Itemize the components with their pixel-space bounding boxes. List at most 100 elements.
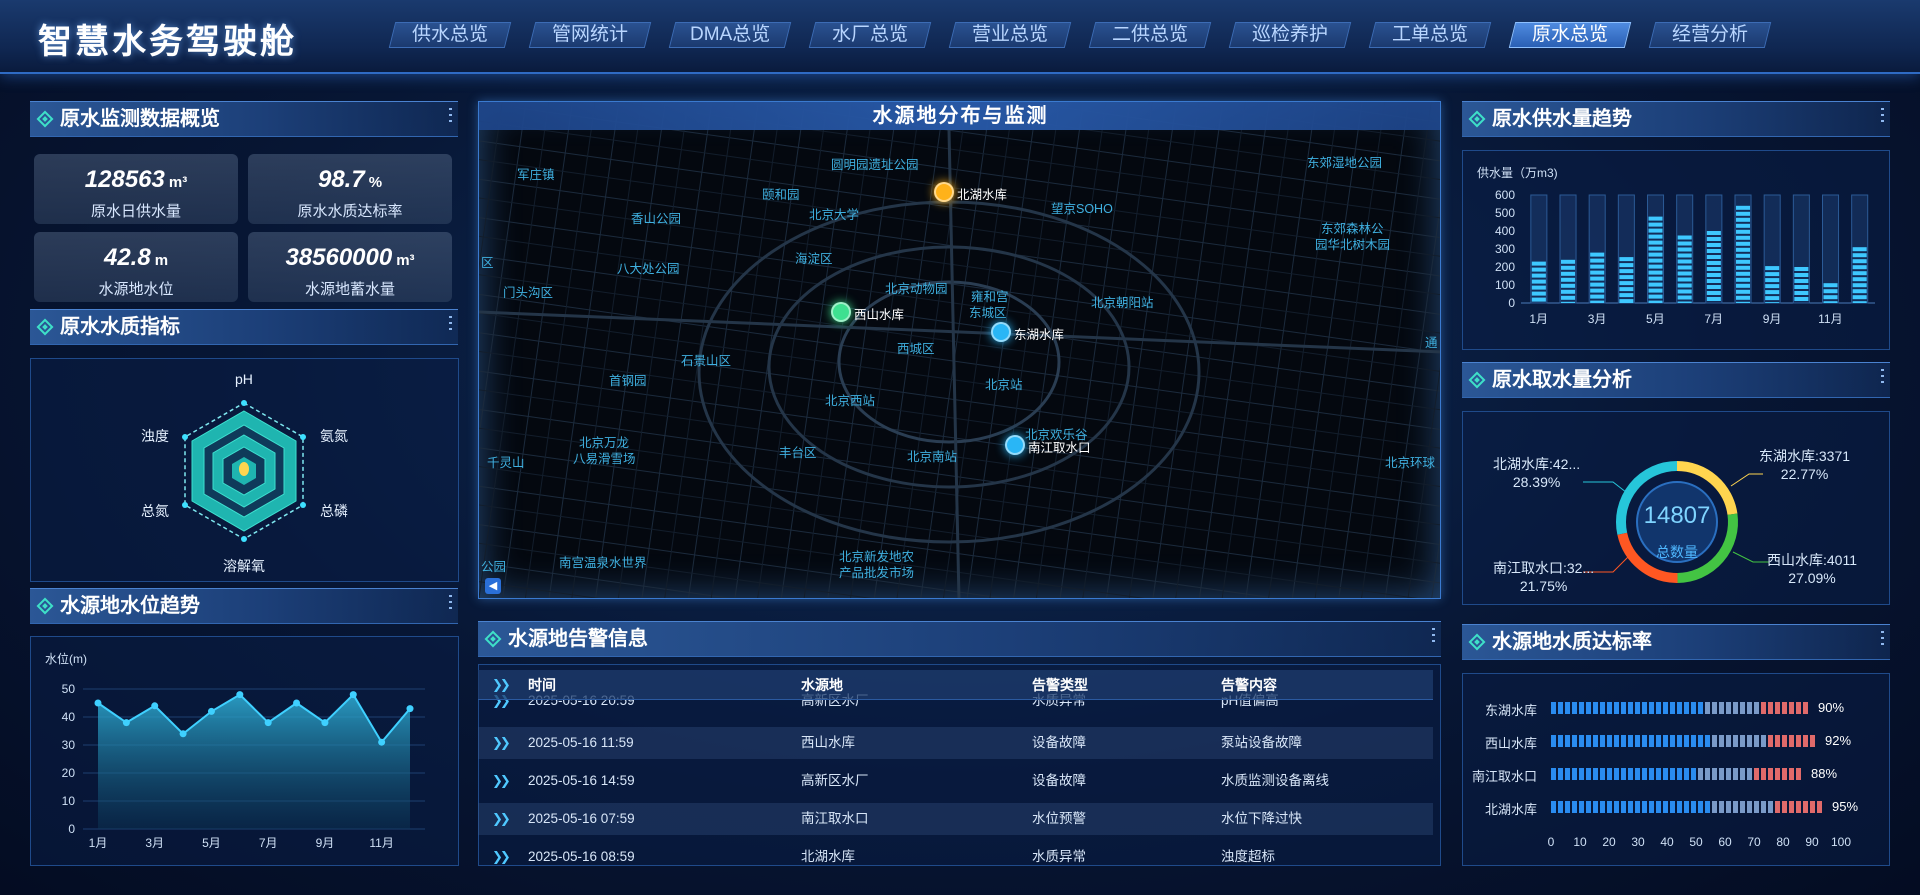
supply-bar-segment — [1648, 276, 1663, 281]
map-marker-3[interactable] — [1005, 435, 1025, 455]
chevron-double-icon: ❯❯ — [492, 773, 511, 788]
rate-bar-segment — [1747, 801, 1752, 813]
more-icon[interactable] — [449, 595, 452, 611]
bar-bg — [1617, 194, 1635, 304]
level-point — [378, 738, 386, 746]
metric-label: 原水水质达标率 — [297, 203, 403, 220]
rate-bar-segment — [1593, 801, 1598, 813]
alert-row[interactable]: ❯❯ 2025-05-16 11:59 西山水库 设备故障 泵站设备故障 — [478, 727, 1433, 759]
x-tick-label: 7月 — [1704, 312, 1723, 326]
alert-cell: 水质异常 — [1032, 849, 1086, 864]
more-icon[interactable] — [1881, 631, 1884, 647]
metric-value: 128563 — [84, 166, 165, 193]
radar-label-tp: 总磷 — [320, 503, 348, 519]
x-tick-label: 30 — [1631, 835, 1645, 849]
supply-bar-segment — [1648, 228, 1663, 233]
rate-bar-segment — [1572, 801, 1577, 813]
nav-tab-9[interactable]: 经营分析 — [1648, 22, 1772, 48]
rate-bar-segment — [1754, 768, 1759, 780]
map-marker-2[interactable] — [991, 322, 1011, 342]
map-place-label: 通 — [1425, 336, 1438, 350]
supply-bar-segment — [1823, 301, 1838, 303]
col-content: 告警内容 — [1221, 677, 1277, 693]
supply-bar-segment — [1794, 273, 1809, 277]
metric-label: 水源地水位 — [98, 281, 174, 298]
more-icon[interactable] — [1881, 108, 1884, 124]
rate-bar-segment — [1712, 735, 1717, 747]
rate-bar-segment — [1691, 735, 1696, 747]
alert-row[interactable]: ❯❯ 2025-05-16 14:59 高新区水厂 设备故障 水质监测设备离线 — [478, 765, 1433, 797]
rate-source-name: 西山水库 — [1484, 736, 1537, 751]
rate-bar-segment — [1649, 702, 1654, 714]
rate-bar-segment — [1558, 801, 1563, 813]
supply-bar-segment — [1648, 264, 1663, 269]
supply-bar-segment — [1590, 264, 1605, 269]
more-icon[interactable] — [449, 108, 452, 124]
map-logo-icon: ◀ — [485, 578, 501, 594]
alert-row[interactable]: ❯❯ 2025-05-16 07:59 南江取水口 水位预警 水位下降过快 — [478, 803, 1433, 835]
source-map[interactable]: 水源地分布与监测 军庄镇 圆明园遗址公园 东郊湿地公园 颐和园 北京大学 望京SOHO 香山… — [478, 101, 1441, 599]
nav-tab-5[interactable]: 二供总览 — [1088, 22, 1212, 48]
rate-bar-segment — [1754, 801, 1759, 813]
rate-bar-segment — [1677, 801, 1682, 813]
supply-bar-segment — [1561, 265, 1576, 270]
map-marker-0[interactable] — [934, 182, 954, 202]
more-icon[interactable] — [1881, 369, 1884, 385]
rate-bar-segment — [1733, 702, 1738, 714]
more-icon[interactable] — [1432, 628, 1435, 644]
nav-tab-2[interactable]: DMA总览 — [668, 22, 792, 48]
metric-value: 98.7 — [317, 166, 365, 193]
nav-tab-6[interactable]: 巡检养护 — [1228, 22, 1352, 48]
map-place-label: 产品批发市场 — [839, 566, 915, 580]
rate-bar-segment — [1656, 768, 1661, 780]
rate-bar-segment — [1614, 768, 1619, 780]
rate-bar-segment — [1628, 801, 1633, 813]
nav-tab-1[interactable]: 管网统计 — [528, 22, 652, 48]
supply-bar-segment — [1677, 259, 1692, 264]
rate-bar-segment — [1768, 735, 1773, 747]
map-place-label: 首钢园 — [609, 374, 647, 388]
nav-tab-3[interactable]: 水厂总览 — [808, 22, 932, 48]
rate-bar-segment — [1684, 768, 1689, 780]
supply-bar-segment — [1736, 277, 1751, 282]
map-marker-1[interactable] — [831, 302, 851, 322]
map-place-label: 门头沟区 — [503, 286, 554, 300]
metric-label: 原水日供水量 — [90, 203, 181, 220]
more-icon[interactable] — [449, 316, 452, 332]
supply-bar-segment — [1677, 247, 1692, 252]
supply-bar-segment — [1765, 272, 1780, 277]
alert-row[interactable]: ❯❯ 2025-05-16 08:59 北湖水库 水质异常 浊度超标 — [478, 841, 1433, 873]
rate-bar-segment — [1551, 735, 1556, 747]
supply-bar-segment — [1677, 241, 1692, 246]
nav-tab-4[interactable]: 营业总览 — [948, 22, 1072, 48]
rate-bar-segment — [1712, 768, 1717, 780]
x-tick-label: 3月 — [1588, 312, 1607, 326]
rate-bar-segment — [1733, 735, 1738, 747]
rate-bar-segment — [1642, 702, 1647, 714]
alerts-panel-title: 水源地告警信息 — [478, 621, 1441, 657]
nav-tab-8[interactable]: 原水总览 — [1508, 22, 1632, 48]
rate-percent: 88% — [1811, 766, 1838, 781]
map-marker-label: 北湖水库 — [957, 188, 1008, 202]
nav-tab-7[interactable]: 工单总览 — [1368, 22, 1492, 48]
rate-bar-segment — [1579, 735, 1584, 747]
y-tick-label: 40 — [62, 710, 76, 724]
supply-bar-segment — [1765, 266, 1780, 271]
rate-bar-segment — [1810, 735, 1815, 747]
rate-bar-segment — [1803, 735, 1808, 747]
rate-bar-segment — [1747, 768, 1752, 780]
rate-bar-segment — [1607, 768, 1612, 780]
supply-bar-segment — [1706, 231, 1721, 235]
supply-bar-segment — [1648, 246, 1663, 251]
nav-tab-0[interactable]: 供水总览 — [388, 22, 512, 48]
map-place-label: 军庄镇 — [517, 168, 555, 182]
metric-unit: m³ — [168, 174, 188, 191]
level-ylabel: 水位(m) — [45, 651, 87, 666]
map-place-label: 石景山区 — [681, 354, 732, 368]
supply-bar-segment — [1852, 295, 1867, 300]
rate-bar-segment — [1642, 735, 1647, 747]
rate-bar-segment — [1698, 801, 1703, 813]
supply-bar-segment — [1561, 283, 1576, 288]
diamond-icon — [1468, 110, 1486, 128]
rate-bar-segment — [1656, 735, 1661, 747]
